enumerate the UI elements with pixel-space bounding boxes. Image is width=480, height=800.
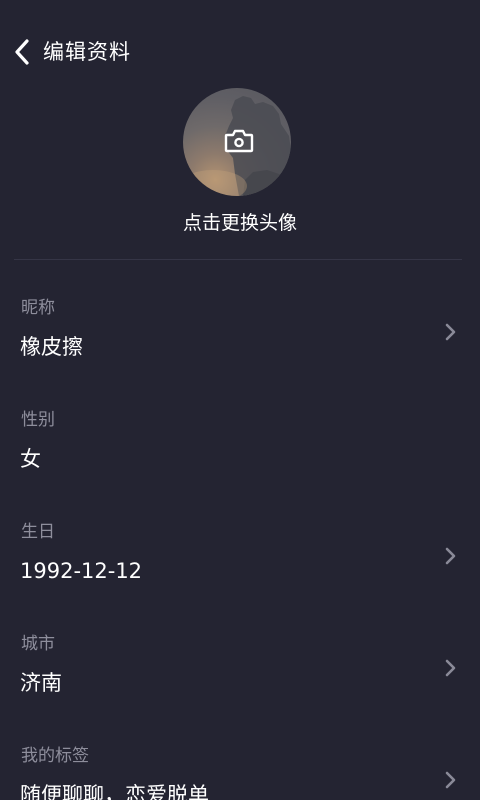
chevron-right-icon	[445, 771, 456, 789]
avatar-button[interactable]	[183, 88, 291, 196]
field-birthday[interactable]: 生日 1992-12-12	[0, 520, 480, 632]
page-title: 编辑资料	[43, 40, 131, 64]
back-button[interactable]	[8, 34, 36, 70]
camera-icon	[224, 129, 254, 153]
field-label: 我的标签	[21, 746, 89, 766]
divider	[14, 259, 462, 260]
field-value: 济南	[20, 671, 62, 695]
field-label: 城市	[21, 634, 55, 654]
field-nickname[interactable]: 昵称 橡皮擦	[0, 296, 480, 408]
change-avatar-hint[interactable]: 点击更换头像	[0, 210, 480, 236]
field-label: 生日	[21, 522, 55, 542]
chevron-right-icon	[445, 547, 456, 565]
field-city[interactable]: 城市 济南	[0, 632, 480, 744]
chevron-left-icon	[15, 39, 29, 65]
field-tags[interactable]: 我的标签 随便聊聊，恋爱脱单	[0, 744, 480, 800]
field-gender[interactable]: 性别 女	[0, 408, 480, 520]
chevron-right-icon	[445, 659, 456, 677]
field-label: 性别	[21, 410, 55, 430]
field-label: 昵称	[21, 298, 55, 318]
field-value: 随便聊聊，恋爱脱单	[20, 783, 209, 800]
field-value: 1992-12-12	[20, 559, 143, 583]
field-value: 女	[20, 447, 41, 471]
chevron-right-icon	[445, 323, 456, 341]
field-value: 橡皮擦	[20, 335, 83, 359]
